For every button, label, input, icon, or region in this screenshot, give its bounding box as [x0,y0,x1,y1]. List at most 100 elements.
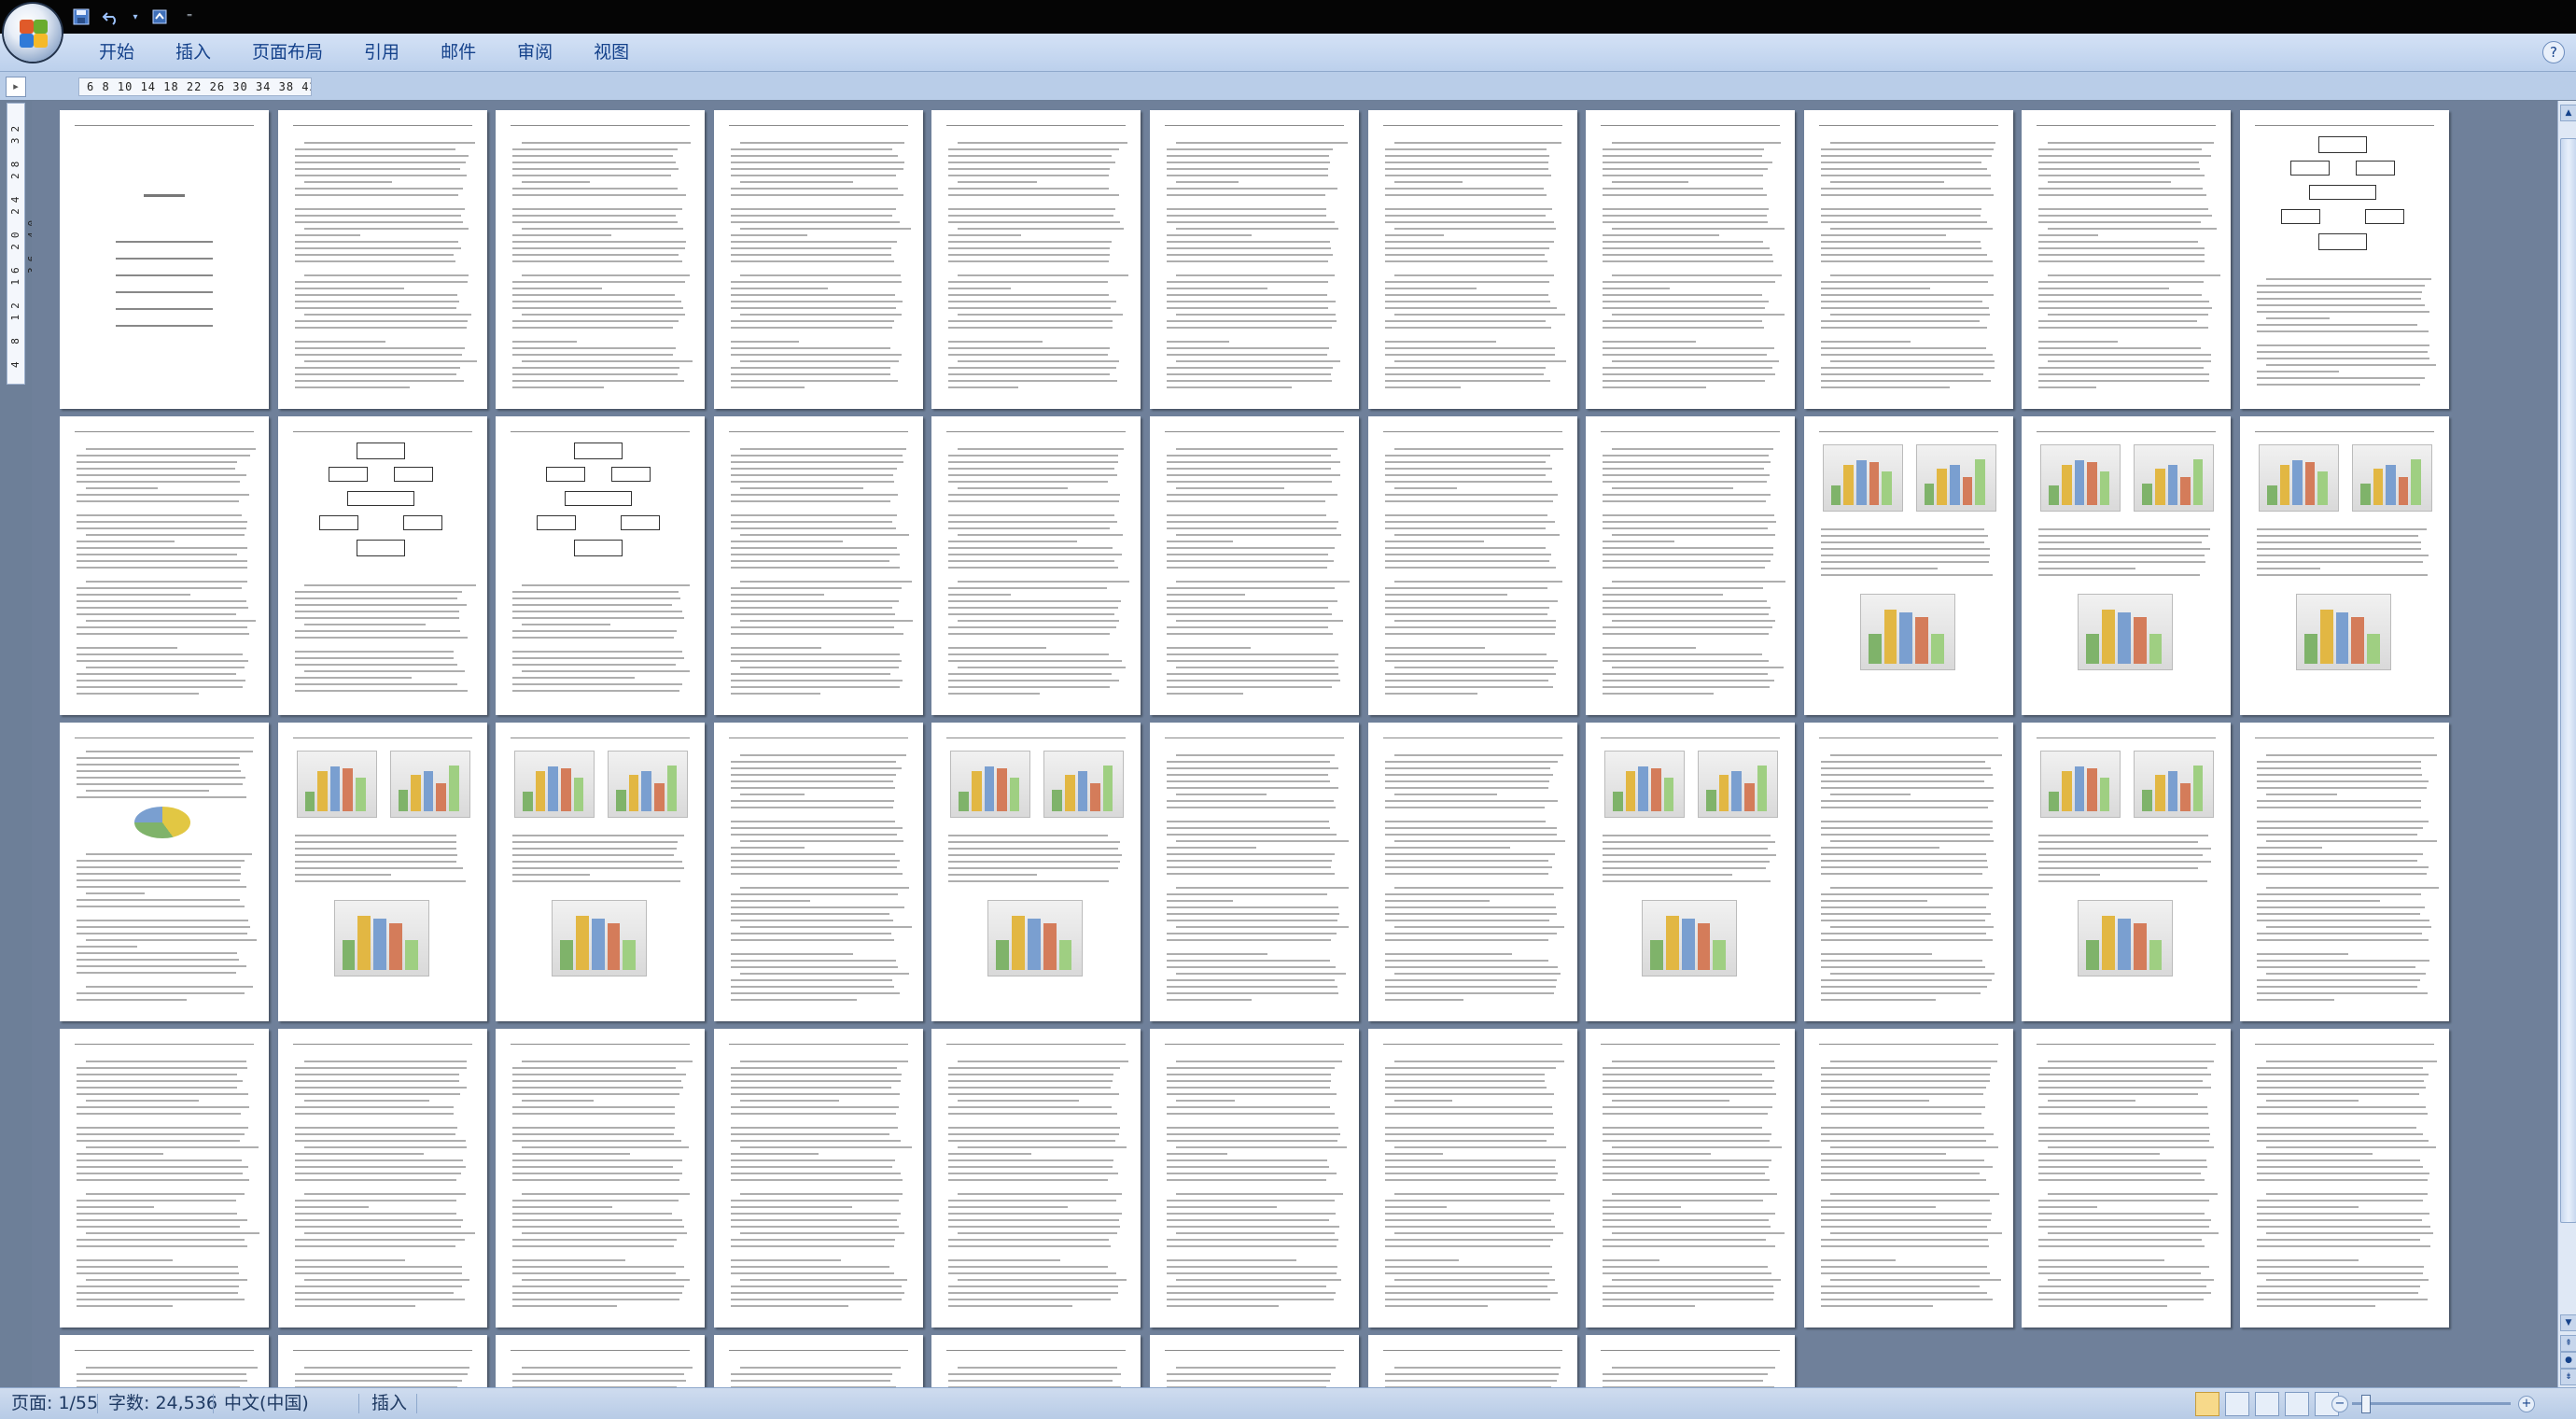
page-thumbnail[interactable] [277,1335,487,1387]
zoom-slider[interactable] [2352,1402,2511,1405]
vertical-scrollbar[interactable]: ▲ ▼ ⇞ ● ⇟ [2557,101,2576,1387]
page-thumbnail[interactable] [496,1335,706,1387]
tab-home[interactable]: 开始 [78,34,155,71]
chart-thumbnail [1915,444,1996,512]
chart-thumbnail [2078,594,2174,670]
scroll-up-icon[interactable]: ▲ [2560,105,2576,121]
horizontal-ruler[interactable]: 6 8 10 14 18 22 26 30 34 38 42 [78,77,312,96]
print-layout-icon[interactable] [2195,1392,2219,1416]
chart-thumbnail [389,751,470,818]
undo-icon[interactable] [101,7,121,26]
page-thumbnail[interactable] [1586,416,1796,715]
page-thumbnail[interactable] [1367,110,1577,409]
page-thumbnail[interactable] [60,1029,269,1328]
tab-references[interactable]: 引用 [343,34,420,71]
page-thumbnail[interactable] [1367,1335,1577,1387]
chart-thumbnail [1604,751,1686,818]
page-thumbnail[interactable] [1803,416,2013,715]
page-thumbnail[interactable] [2240,110,2449,409]
page-thumbnail[interactable] [931,416,1141,715]
page-thumbnail[interactable] [1367,1029,1577,1328]
document-thumbnails-area[interactable] [32,101,2557,1387]
page-thumbnail[interactable] [931,723,1141,1021]
page-thumbnail[interactable] [277,110,487,409]
page-thumbnail[interactable] [713,110,923,409]
redo-icon[interactable] [149,7,170,26]
page-thumbnail[interactable] [1367,723,1577,1021]
page-thumbnail[interactable] [713,416,923,715]
page-thumbnail[interactable] [931,1029,1141,1328]
page-thumbnail[interactable] [277,416,487,715]
page-thumbnail[interactable] [60,416,269,715]
chart-thumbnail [2134,751,2215,818]
vertical-ruler[interactable]: 4 8 12 16 20 24 28 32 36 40 [7,103,38,385]
undo-dropdown-icon[interactable]: ▾ [131,7,140,26]
page-thumbnail[interactable] [1803,110,2013,409]
page-thumbnail[interactable] [2240,723,2449,1021]
zoom-in-icon[interactable]: + [2518,1396,2535,1412]
page-thumbnail[interactable] [496,110,706,409]
customize-icon[interactable]: ⁼ [179,7,200,26]
page-thumbnail[interactable] [713,1335,923,1387]
previous-page-icon[interactable]: ⇞ [2560,1335,2576,1352]
chart-thumbnail [514,751,595,818]
page-thumbnail[interactable] [1586,723,1796,1021]
save-icon[interactable] [71,7,91,26]
page-thumbnail[interactable] [1586,110,1796,409]
page-thumbnail[interactable] [496,416,706,715]
outline-view-icon[interactable] [2285,1392,2309,1416]
scroll-thumb[interactable] [2560,138,2576,1223]
page-thumbnail[interactable] [277,1029,487,1328]
page-thumbnail[interactable] [1367,416,1577,715]
chart-thumbnail [2078,900,2174,976]
tab-page-layout[interactable]: 页面布局 [231,34,343,71]
ruler-toggle-button[interactable]: ▸ [6,77,26,97]
page-thumbnail[interactable] [2022,416,2232,715]
tab-insert[interactable]: 插入 [155,34,231,71]
page-thumbnail[interactable] [931,1335,1141,1387]
page-thumbnail[interactable] [1586,1029,1796,1328]
page-thumbnail[interactable] [60,1335,269,1387]
select-browse-object-icon[interactable]: ● [2560,1352,2576,1369]
page-thumbnail[interactable] [496,723,706,1021]
chart-thumbnail [987,900,1084,976]
full-screen-reading-icon[interactable] [2225,1392,2249,1416]
page-thumbnail[interactable] [1150,1335,1359,1387]
scroll-down-icon[interactable]: ▼ [2560,1314,2576,1331]
page-thumbnail[interactable] [60,110,269,409]
page-thumbnail[interactable] [496,1029,706,1328]
status-word-count[interactable]: 字数: 24,536 [108,1388,217,1419]
zoom-out-icon[interactable]: − [2331,1396,2348,1412]
page-thumbnail[interactable] [1803,723,2013,1021]
page-thumbnail[interactable] [1150,1029,1359,1328]
help-icon[interactable]: ? [2542,41,2565,63]
page-thumbnail[interactable] [713,1029,923,1328]
next-page-icon[interactable]: ⇟ [2560,1369,2576,1385]
page-thumbnail[interactable] [60,723,269,1021]
tab-view[interactable]: 视图 [573,34,650,71]
page-thumbnail[interactable] [2022,1029,2232,1328]
zoom-slider-knob[interactable] [2361,1395,2371,1413]
page-thumbnail[interactable] [1586,1335,1796,1387]
page-thumbnail[interactable] [2022,110,2232,409]
page-thumbnail[interactable] [277,723,487,1021]
tab-review[interactable]: 审阅 [497,34,573,71]
status-insert-mode[interactable]: 插入 [371,1388,407,1419]
status-language[interactable]: 中文(中国) [224,1388,309,1419]
page-thumbnail[interactable] [931,110,1141,409]
page-thumbnail[interactable] [1803,1029,2013,1328]
status-page[interactable]: 页面: 1/55 [11,1388,98,1419]
chart-thumbnail [2040,444,2121,512]
page-thumbnail[interactable] [1150,723,1359,1021]
web-layout-icon[interactable] [2255,1392,2279,1416]
page-thumbnail[interactable] [1150,416,1359,715]
page-thumbnail[interactable] [2022,723,2232,1021]
page-thumbnail[interactable] [2240,416,2449,715]
page-thumbnail[interactable] [2240,1029,2449,1328]
page-thumbnail[interactable] [1150,110,1359,409]
page-thumbnail[interactable] [713,723,923,1021]
pie-chart-thumbnail [134,807,190,838]
tab-mailings[interactable]: 邮件 [420,34,497,71]
chart-thumbnail [552,900,648,976]
office-button[interactable] [4,4,62,62]
